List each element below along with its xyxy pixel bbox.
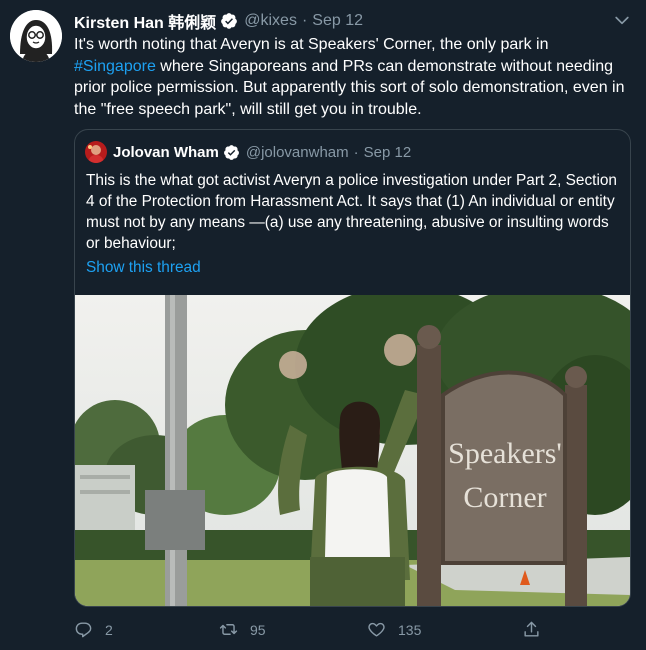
author-avatar[interactable] <box>10 10 62 62</box>
quoted-author-handle[interactable]: @jolovanwham <box>246 144 349 161</box>
verified-badge-icon <box>223 144 240 161</box>
verified-badge-icon <box>220 12 238 30</box>
tweet-text-start: It's worth noting that Averyn is at Spea… <box>74 36 549 53</box>
author-name[interactable]: Kirsten Han 韩俐颖 <box>74 9 216 33</box>
separator-dot: · <box>301 12 308 29</box>
share-icon <box>524 621 539 637</box>
tweet-actions: 2 95 135 <box>74 620 544 644</box>
quoted-header: Jolovan Wham @jolovanwham · Sep 12 <box>113 142 411 162</box>
like-count: 135 <box>398 621 422 638</box>
share-button[interactable] <box>522 620 553 639</box>
like-button[interactable]: 135 <box>367 620 421 639</box>
tweet-text-end: where Singaporeans and PRs can demonstra… <box>74 57 625 118</box>
author-handle[interactable]: @kixes <box>244 12 297 30</box>
chevron-down-icon[interactable] <box>612 10 632 30</box>
reply-icon <box>75 622 92 638</box>
retweet-icon <box>219 624 238 635</box>
tweet-header: Kirsten Han 韩俐颖 @kixes · Sep 12 <box>74 10 363 32</box>
retweet-count: 95 <box>250 621 266 638</box>
tweet-date[interactable]: Sep 12 <box>312 12 363 30</box>
retweet-button[interactable]: 95 <box>219 620 266 639</box>
tweet[interactable]: Kirsten Han 韩俐颖 @kixes · Sep 12 It's wor… <box>0 0 646 650</box>
reply-button[interactable]: 2 <box>74 620 113 639</box>
quoted-text: This is the what got activist Averyn a p… <box>86 172 617 252</box>
heart-icon <box>368 622 385 637</box>
show-thread-link[interactable]: Show this thread <box>86 259 201 277</box>
quoted-tweet[interactable]: Jolovan Wham @jolovanwham · Sep 12 This … <box>74 129 631 607</box>
reply-count: 2 <box>105 621 113 638</box>
quoted-photo[interactable]: Speakers' Corner <box>75 285 630 606</box>
sign-text-line2: Corner <box>463 481 546 514</box>
quoted-author-avatar[interactable] <box>85 141 107 163</box>
separator-dot: · <box>353 143 359 161</box>
hashtag-link[interactable]: #Singapore <box>74 58 156 75</box>
tweet-text: It's worth noting that Averyn is at Spea… <box>74 34 634 120</box>
sign-text-line1: Speakers' <box>448 437 562 470</box>
quoted-author-name[interactable]: Jolovan Wham <box>113 144 219 161</box>
quoted-date[interactable]: Sep 12 <box>364 144 412 161</box>
